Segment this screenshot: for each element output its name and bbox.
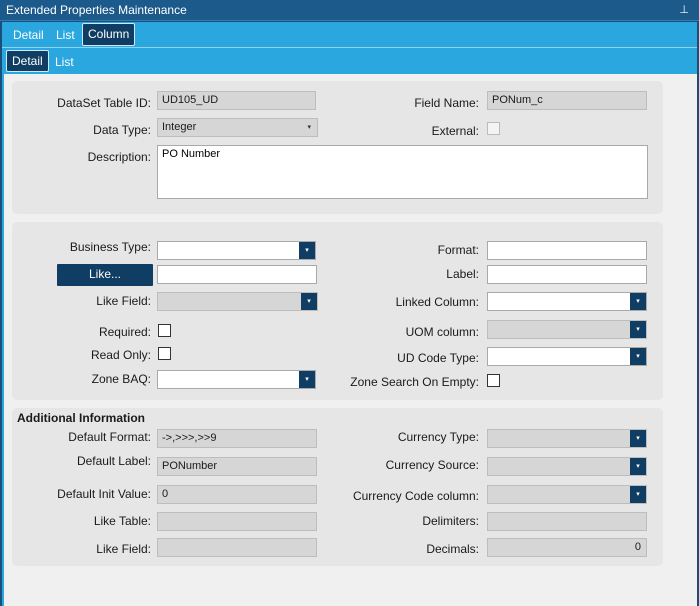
content-area: DataSet Table ID: UD105_UD Field Name: P…	[2, 74, 697, 606]
properties-panel: Business Type: ▾ Format: Like... Label: …	[12, 222, 663, 400]
like-table-label: Like Table:	[93, 514, 151, 528]
currency-code-label: Currency Code column:	[352, 489, 479, 503]
data-type-label: Data Type:	[93, 123, 151, 137]
description-textarea[interactable]: PO Number	[157, 145, 648, 199]
read-only-checkbox[interactable]	[158, 347, 171, 360]
like-field-2-field	[157, 538, 317, 557]
window-title: Extended Properties Maintenance	[6, 3, 187, 17]
default-label-field: PONumber	[157, 457, 317, 476]
dataset-table-id-label: DataSet Table ID:	[57, 96, 151, 110]
linked-column-label: Linked Column:	[395, 295, 479, 309]
linked-column-dropdown[interactable]: ▾	[487, 292, 647, 311]
chevron-down-icon: ▾	[307, 124, 311, 131]
delimiters-label: Delimiters:	[422, 514, 479, 528]
uom-column-dropdown[interactable]: ▾	[487, 320, 647, 339]
chevron-down-icon[interactable]: ▾	[630, 321, 646, 338]
like-field-label: Like Field:	[96, 294, 151, 308]
format-label: Format:	[437, 243, 479, 257]
external-checkbox	[487, 122, 500, 135]
read-only-label: Read Only:	[90, 348, 151, 362]
chevron-down-icon[interactable]: ▾	[630, 348, 646, 365]
additional-info-title: Additional Information	[17, 411, 145, 425]
like-table-field	[157, 512, 317, 531]
currency-code-dropdown[interactable]: ▾	[487, 485, 647, 504]
like-field-2-label: Like Field:	[96, 542, 151, 556]
currency-source-dropdown[interactable]: ▾	[487, 457, 647, 476]
chevron-down-icon[interactable]: ▾	[301, 293, 317, 310]
ud-code-type-dropdown[interactable]: ▾	[487, 347, 647, 366]
inner-tab-bar: Detail List	[2, 47, 697, 74]
zone-baq-dropdown[interactable]: ▾	[157, 370, 316, 389]
field-name-field: PONum_c	[487, 91, 647, 110]
currency-source-label: Currency Source:	[385, 458, 479, 472]
uom-column-label: UOM column:	[405, 325, 479, 339]
general-panel: DataSet Table ID: UD105_UD Field Name: P…	[12, 81, 663, 214]
chevron-down-icon[interactable]: ▾	[299, 242, 315, 259]
default-init-field: 0	[157, 485, 317, 504]
format-field[interactable]	[487, 241, 647, 260]
like-button[interactable]: Like...	[57, 264, 153, 286]
business-type-dropdown[interactable]: ▾	[157, 241, 316, 260]
zone-search-label: Zone Search On Empty:	[350, 375, 479, 389]
field-name-label: Field Name:	[414, 96, 479, 110]
chevron-down-icon[interactable]: ▾	[630, 458, 646, 475]
tab-column[interactable]: Column	[82, 23, 136, 46]
currency-type-label: Currency Type:	[397, 430, 479, 444]
tab-list[interactable]: List	[51, 24, 80, 46]
chevron-down-icon[interactable]: ▾	[630, 293, 646, 310]
like-field-dropdown[interactable]: ▾	[157, 292, 318, 311]
subtab-detail[interactable]: Detail	[6, 50, 49, 72]
required-checkbox[interactable]	[158, 324, 171, 337]
default-format-field: ->,>>>,>>9	[157, 429, 317, 448]
chevron-down-icon[interactable]: ▾	[630, 486, 646, 503]
decimals-field: 0	[487, 538, 647, 557]
data-type-value: Integer	[162, 121, 197, 133]
outer-tab-bar: Detail List Column	[2, 22, 697, 47]
zone-search-checkbox[interactable]	[487, 374, 500, 387]
chevron-down-icon[interactable]: ▾	[630, 430, 646, 447]
label-label: Label:	[446, 267, 479, 281]
window-title-bar: Extended Properties Maintenance ⊥	[0, 0, 699, 21]
zone-baq-label: Zone BAQ:	[91, 372, 151, 386]
default-init-label: Default Init Value:	[57, 487, 151, 501]
subtab-list[interactable]: List	[50, 51, 79, 73]
dataset-table-id-field: UD105_UD	[157, 91, 316, 110]
default-label-label: Default Label:	[76, 454, 151, 468]
external-label: External:	[431, 124, 479, 138]
pin-icon[interactable]: ⊥	[679, 0, 689, 21]
required-label: Required:	[98, 325, 151, 339]
description-label: Description:	[87, 150, 151, 164]
tab-detail[interactable]: Detail	[8, 24, 49, 46]
data-type-dropdown[interactable]: Integer ▾	[157, 118, 318, 137]
additional-panel: Additional Information Default Format: -…	[12, 408, 663, 566]
currency-type-dropdown[interactable]: ▾	[487, 429, 647, 448]
delimiters-field	[487, 512, 647, 531]
default-format-label: Default Format:	[68, 430, 151, 444]
like-field[interactable]	[157, 265, 317, 284]
business-type-label: Business Type:	[69, 240, 151, 254]
label-field[interactable]	[487, 265, 647, 284]
ud-code-type-label: UD Code Type:	[397, 351, 479, 365]
decimals-label: Decimals:	[426, 542, 479, 556]
